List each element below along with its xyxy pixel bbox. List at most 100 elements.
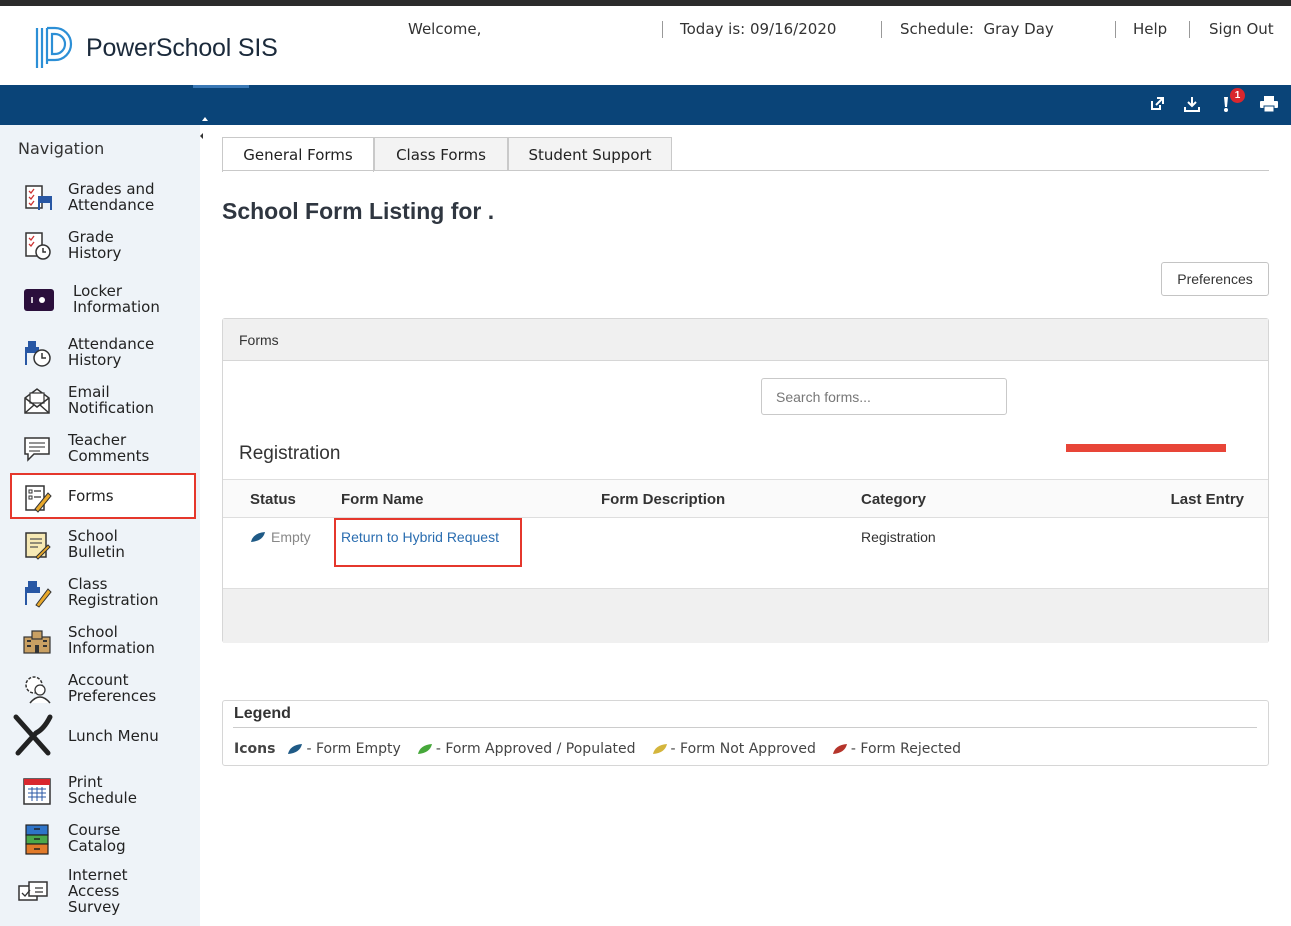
comments-icon	[24, 437, 50, 462]
column-header-category: Category	[861, 491, 927, 508]
grade-history-icon	[25, 232, 51, 260]
school-icon	[23, 630, 51, 654]
sidebar-item-label: Attendance History	[68, 335, 155, 369]
notification-badge: 1	[1230, 88, 1245, 103]
sidebar-item-label: School Information	[68, 623, 155, 657]
tab-student-support[interactable]: Student Support	[508, 137, 672, 171]
column-header-last-entry: Last Entry	[1170, 491, 1244, 508]
tab-divider	[222, 170, 1269, 171]
legend-label: - Form Approved / Populated	[435, 741, 636, 757]
sidebar-item-label: Print Schedule	[68, 773, 137, 807]
preferences-button[interactable]: Preferences	[1161, 262, 1269, 296]
calendar-icon	[23, 778, 51, 805]
status-text: Empty	[271, 529, 311, 545]
sidebar-title: Navigation	[18, 139, 105, 158]
legend-item-approved: - Form Approved / Populated	[417, 741, 636, 757]
sidebar-item-label: Account Preferences	[68, 671, 157, 705]
account-preferences-icon	[25, 676, 51, 704]
toolbar	[0, 85, 1291, 125]
bulletin-icon	[25, 532, 51, 560]
header-separator	[1115, 21, 1116, 38]
sidebar-item-label: Course Catalog	[68, 821, 126, 855]
legend-label: - Form Rejected	[850, 741, 962, 757]
sidebar-item-school-bulletin[interactable]: School Bulletin	[14, 521, 196, 567]
section-title: Registration	[239, 443, 341, 464]
sidebar-item-label: Internet Access Survey	[68, 866, 128, 916]
external-link-icon[interactable]	[1146, 93, 1168, 115]
survey-icon	[18, 881, 48, 901]
attendance-history-icon	[25, 341, 51, 367]
sidebar-item-attendance-history[interactable]: Attendance History	[14, 329, 196, 375]
column-header-form-name: Form Name	[341, 491, 424, 508]
form-approved-icon	[417, 744, 432, 754]
redaction-bar	[1066, 444, 1226, 452]
forms-panel-footer	[223, 588, 1268, 643]
sidebar-item-account-preferences[interactable]: Account Preferences	[14, 665, 196, 711]
sidebar-item-label: Email Notification	[68, 383, 155, 417]
legend-item-empty: - Form Empty	[287, 741, 401, 757]
sidebar-item-label: School Bulletin	[68, 527, 125, 561]
forms-panel: Forms Registration Status Form Name Form…	[222, 318, 1269, 643]
sidebar-item-teacher-comments[interactable]: Teacher Comments	[14, 425, 196, 471]
header: PowerSchool SIS Welcome, Today is: 09/16…	[0, 6, 1291, 85]
sidebar-item-school-information[interactable]: School Information	[14, 617, 196, 663]
tab-class-forms[interactable]: Class Forms	[374, 137, 508, 171]
schedule-text: Schedule: Gray Day	[900, 20, 1054, 38]
forms-icon	[25, 485, 52, 513]
sidebar-item-internet-access-survey[interactable]: Internet Access Survey	[14, 864, 196, 918]
legend-item-not-approved: - Form Not Approved	[652, 741, 816, 757]
welcome-text: Welcome,	[408, 20, 482, 38]
form-empty-icon	[251, 532, 265, 542]
sidebar-item-lunch-menu[interactable]: Lunch Menu	[13, 713, 196, 759]
class-registration-icon	[25, 581, 52, 608]
legend-item-rejected: - Form Rejected	[832, 741, 961, 757]
sidebar-item-print-schedule[interactable]: Print Schedule	[14, 767, 196, 813]
sidebar-item-label: Locker Information	[73, 282, 160, 316]
header-separator	[1189, 21, 1190, 38]
grades-attendance-icon	[25, 185, 52, 210]
status-cell: Empty	[250, 529, 311, 545]
print-icon[interactable]	[1258, 93, 1280, 115]
email-icon	[24, 388, 50, 414]
header-separator	[662, 21, 663, 38]
sidebar-item-grades-attendance[interactable]: Grades and Attendance	[14, 174, 196, 220]
legend-label: - Form Not Approved	[670, 741, 816, 757]
collapse-sidebar-icon[interactable]	[197, 115, 211, 145]
sidebar-item-label: Grade History	[68, 228, 122, 262]
form-empty-icon	[288, 744, 303, 754]
lunch-icon	[13, 714, 53, 756]
sign-out-link[interactable]: Sign Out	[1209, 20, 1274, 38]
form-not-approved-icon	[652, 744, 667, 754]
sidebar-item-label: Class Registration	[68, 575, 159, 609]
form-name-link[interactable]: Return to Hybrid Request	[341, 529, 499, 545]
sidebar-item-grade-history[interactable]: Grade History	[14, 222, 196, 268]
help-link[interactable]: Help	[1133, 20, 1167, 38]
category-cell: Registration	[861, 529, 936, 545]
legend-items: Icons - Form Empty - Form Approved / Pop…	[234, 741, 977, 757]
search-forms-input[interactable]	[761, 378, 1007, 415]
powerschool-logo-icon	[35, 26, 73, 68]
table-header: Status Form Name Form Description Catego…	[223, 479, 1268, 518]
legend-icons-label: Icons	[234, 741, 276, 757]
column-header-form-description: Form Description	[601, 491, 726, 508]
today-date: Today is: 09/16/2020	[680, 20, 837, 38]
sidebar-item-forms[interactable]: Forms	[10, 473, 196, 519]
legend-title: Legend	[234, 705, 291, 722]
sidebar-item-class-registration[interactable]: Class Registration	[14, 569, 196, 615]
sidebar-item-label: Forms	[68, 487, 114, 505]
sidebar-item-locker[interactable]: Locker Information	[14, 276, 196, 322]
sidebar-item-label: Grades and Attendance	[68, 180, 155, 214]
header-separator	[881, 21, 882, 38]
download-icon[interactable]	[1181, 93, 1203, 115]
sidebar-item-course-catalog[interactable]: Course Catalog	[14, 815, 196, 861]
table-row: Empty Return to Hybrid Request Registrat…	[223, 518, 1268, 588]
form-rejected-icon	[832, 744, 847, 754]
tab-general-forms[interactable]: General Forms	[222, 137, 374, 172]
toolbar-notch	[193, 85, 249, 88]
catalog-icon	[25, 824, 49, 855]
legend: Legend Icons - Form Empty - Form Approve…	[222, 700, 1269, 766]
brand-name: PowerSchool SIS	[86, 34, 278, 62]
forms-panel-title: Forms	[239, 332, 279, 348]
sidebar-item-email[interactable]: Email Notification	[14, 377, 196, 423]
column-header-status: Status	[250, 491, 296, 508]
